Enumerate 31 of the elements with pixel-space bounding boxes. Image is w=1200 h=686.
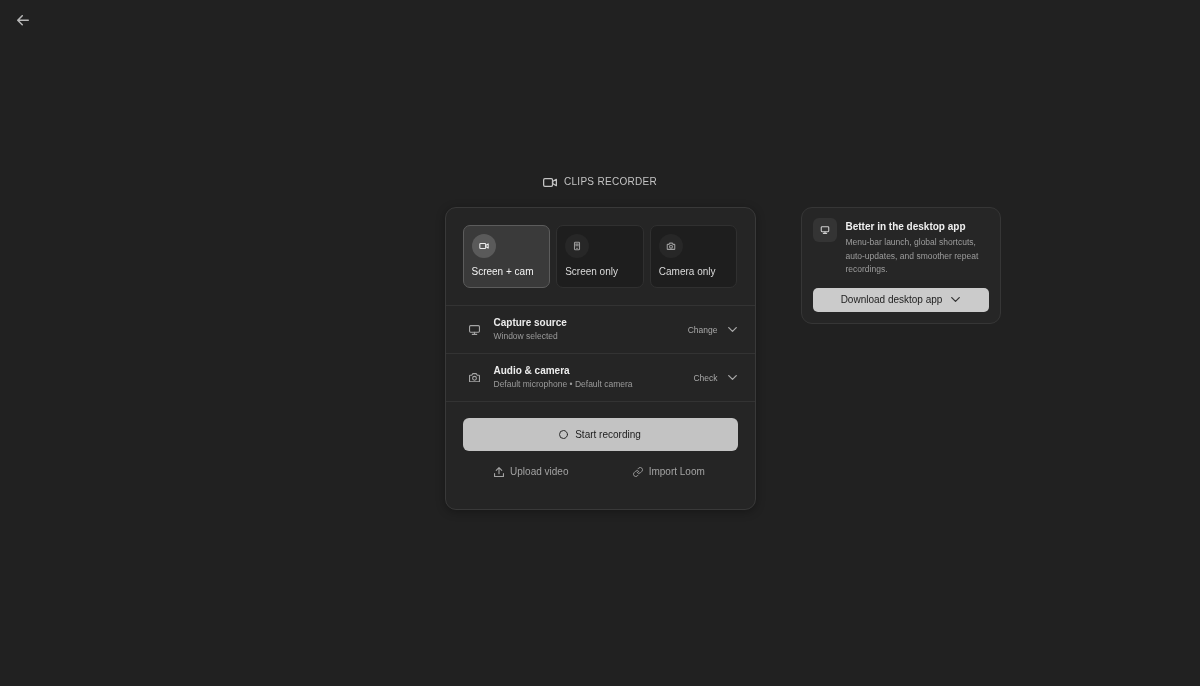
promo-description: Menu-bar launch, global shortcuts, auto-updates, and smoother repeat recordings. (845, 236, 980, 276)
video-camera-icon (471, 234, 496, 258)
chevron-down-icon (727, 327, 737, 332)
tablet-icon (565, 234, 590, 258)
mode-tab[interactable]: Camera only (649, 225, 738, 288)
setting-subtitle: Window selected (493, 331, 559, 342)
mode-tab[interactable]: Screen only (556, 225, 644, 288)
video-camera-icon (542, 177, 557, 187)
chevron-down-icon (727, 375, 737, 380)
monitor-icon (812, 218, 837, 242)
setting-title: Capture source (493, 317, 568, 329)
setting-action-button[interactable]: Check (693, 372, 737, 383)
start-recording-button[interactable]: Start recording (462, 418, 738, 451)
upload-link[interactable]: Upload video (494, 465, 569, 479)
setting-title: Audio & camera (493, 365, 571, 377)
mode-tab[interactable]: Screen + cam (462, 225, 551, 288)
promo-title: Better in the desktop app (845, 220, 967, 233)
monitor-icon (468, 324, 480, 335)
setting-subtitle: Default microphone • Default camera (493, 379, 634, 390)
arrow-left-icon (17, 15, 29, 26)
record-circle-icon (559, 430, 569, 439)
camera-icon (468, 372, 480, 383)
import-link[interactable]: Import Loom (632, 465, 705, 479)
upload-icon (494, 467, 505, 477)
setting-action-button[interactable]: Change (687, 324, 737, 335)
app-title: CLIPS RECORDER (563, 175, 658, 189)
download-button[interactable]: Download desktop app (812, 287, 989, 312)
chevron-down-icon (951, 297, 961, 302)
back-button[interactable] (17, 15, 29, 26)
link-icon (632, 467, 643, 477)
camera-icon (658, 234, 683, 258)
